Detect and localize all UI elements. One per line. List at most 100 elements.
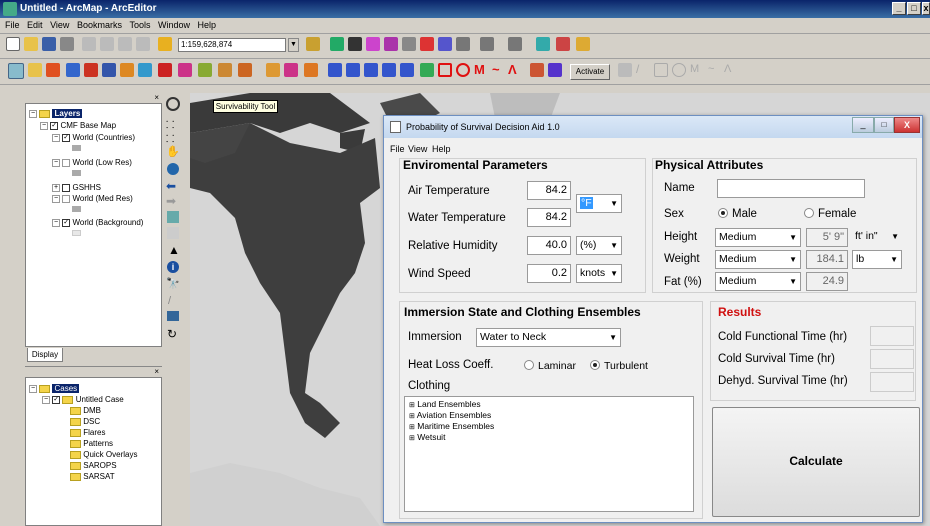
tool-icon[interactable]: [102, 63, 116, 77]
rectangle-icon[interactable]: [654, 63, 668, 77]
menu-view[interactable]: View: [408, 144, 427, 154]
tool-icon[interactable]: [328, 63, 342, 77]
tool-icon[interactable]: [46, 63, 60, 77]
tool-icon[interactable]: [530, 63, 544, 77]
line-icon[interactable]: ~: [708, 63, 722, 77]
checkbox-icon[interactable]: ✓: [62, 133, 71, 142]
female-radio[interactable]: Female: [804, 208, 856, 220]
menu-window[interactable]: Window: [158, 20, 190, 30]
checkbox-icon[interactable]: [62, 194, 71, 203]
tool-icon[interactable]: [438, 37, 452, 51]
tool-icon[interactable]: [366, 37, 380, 51]
checkbox-icon[interactable]: ✓: [62, 218, 71, 227]
collapse-icon[interactable]: −: [52, 133, 60, 142]
case-item[interactable]: Quick Overlays: [70, 450, 137, 459]
humidity-unit-select[interactable]: (%) ▼: [576, 236, 622, 255]
map-scale-field[interactable]: 1:159,628,874: [178, 38, 286, 52]
tree-node-world-background[interactable]: − ✓ World (Background): [52, 218, 143, 227]
tool-icon[interactable]: [556, 37, 570, 51]
select-elements-icon[interactable]: [167, 227, 179, 239]
name-input[interactable]: [717, 179, 865, 198]
line-icon[interactable]: ~: [492, 63, 506, 77]
tool-icon[interactable]: [198, 63, 212, 77]
tool-icon[interactable]: [304, 63, 318, 77]
clothing-item[interactable]: ⊞ Wetsuit: [409, 432, 445, 442]
tool-icon[interactable]: [138, 63, 152, 77]
collapse-icon[interactable]: −: [29, 109, 37, 118]
clothing-tree[interactable]: ⊞ Land Ensembles ⊞ Aviation Ensembles ⊞ …: [404, 396, 694, 512]
copy-icon[interactable]: [100, 37, 114, 51]
tree-node-layers[interactable]: − Layers: [29, 109, 83, 118]
fixed-zoom-in-icon[interactable]: ⸬: [166, 117, 174, 131]
checkbox-icon[interactable]: [62, 158, 71, 167]
case-item[interactable]: Patterns: [70, 439, 113, 448]
tool-icon[interactable]: [330, 37, 344, 51]
new-icon[interactable]: [6, 37, 20, 51]
menu-view[interactable]: View: [50, 20, 69, 30]
tool-icon[interactable]: [384, 37, 398, 51]
menu-file[interactable]: File: [5, 20, 20, 30]
identify-icon[interactable]: i: [167, 261, 179, 273]
close-button[interactable]: x: [922, 2, 930, 15]
editor-icon[interactable]: [306, 37, 320, 51]
wind-unit-select[interactable]: knots ▼: [576, 264, 622, 283]
tool-icon[interactable]: [420, 63, 434, 77]
case-item[interactable]: Flares: [70, 428, 105, 437]
tree-node-world-low-res[interactable]: − World (Low Res): [52, 158, 132, 167]
menu-help[interactable]: Help: [198, 20, 217, 30]
fat-select[interactable]: Medium ▼: [715, 272, 801, 291]
laminar-radio[interactable]: Laminar: [524, 360, 576, 372]
weight-select[interactable]: Medium ▼: [715, 250, 801, 269]
height-select[interactable]: Medium ▼: [715, 228, 801, 247]
pointer-icon[interactable]: ▲: [168, 243, 180, 257]
tool-icon[interactable]: [480, 37, 494, 51]
measure-icon[interactable]: /: [168, 295, 171, 307]
tool-icon[interactable]: [400, 63, 414, 77]
wind-speed-input[interactable]: 0.2: [527, 264, 571, 283]
find-icon[interactable]: 🔭: [166, 277, 180, 290]
clothing-item[interactable]: ⊞ Aviation Ensembles: [409, 410, 491, 420]
menu-edit[interactable]: Edit: [27, 20, 43, 30]
hyperlink-icon[interactable]: [167, 311, 179, 321]
minimize-button[interactable]: _: [852, 117, 874, 133]
temperature-unit-select[interactable]: °F ▼: [576, 194, 622, 213]
tool-icon[interactable]: [84, 63, 98, 77]
case-item[interactable]: SAROPS: [70, 461, 117, 470]
toc-close-icon[interactable]: ×: [25, 93, 162, 103]
circle-icon[interactable]: [672, 63, 686, 77]
tool-icon[interactable]: [576, 37, 590, 51]
clothing-item[interactable]: ⊞ Maritime Ensembles: [409, 421, 494, 431]
tree-node-world-countries[interactable]: − ✓ World (Countries): [52, 133, 135, 142]
tree-node-gshhs[interactable]: + GSHHS: [52, 183, 101, 192]
tree-node-cases[interactable]: − Cases: [29, 384, 80, 393]
case-item[interactable]: DSC: [70, 417, 100, 426]
fixed-zoom-out-icon[interactable]: ⸬: [166, 131, 174, 145]
collapse-icon[interactable]: −: [42, 395, 50, 404]
zoom-in-icon[interactable]: [166, 97, 180, 111]
tool-icon[interactable]: [508, 37, 522, 51]
delete-icon[interactable]: [136, 37, 150, 51]
collapse-icon[interactable]: −: [52, 158, 60, 167]
expand-icon[interactable]: ⊞: [409, 413, 415, 420]
tool-icon[interactable]: [284, 63, 298, 77]
forward-icon[interactable]: ➡: [166, 194, 176, 208]
case-item[interactable]: DMB: [70, 406, 101, 415]
tree-node-world-med-res[interactable]: − World (Med Res): [52, 194, 133, 203]
add-data-icon[interactable]: [158, 37, 172, 51]
water-temp-input[interactable]: 84.2: [527, 208, 571, 227]
rectangle-icon[interactable]: [438, 63, 452, 77]
tool-icon[interactable]: [618, 63, 632, 77]
cut-icon[interactable]: [82, 37, 96, 51]
pan-icon[interactable]: ✋: [166, 145, 180, 158]
menu-help[interactable]: Help: [432, 144, 451, 154]
minimize-button[interactable]: _: [892, 2, 906, 15]
turbulent-radio[interactable]: Turbulent: [590, 360, 648, 372]
clothing-item[interactable]: ⊞ Land Ensembles: [409, 399, 481, 409]
back-icon[interactable]: ⬅: [166, 179, 176, 193]
case-item[interactable]: SARSAT: [70, 472, 115, 481]
expand-icon[interactable]: +: [52, 183, 60, 192]
collapse-icon[interactable]: −: [52, 194, 60, 203]
cases-close-icon[interactable]: ×: [25, 366, 162, 376]
menu-file[interactable]: File: [390, 144, 405, 154]
print-icon[interactable]: [60, 37, 74, 51]
